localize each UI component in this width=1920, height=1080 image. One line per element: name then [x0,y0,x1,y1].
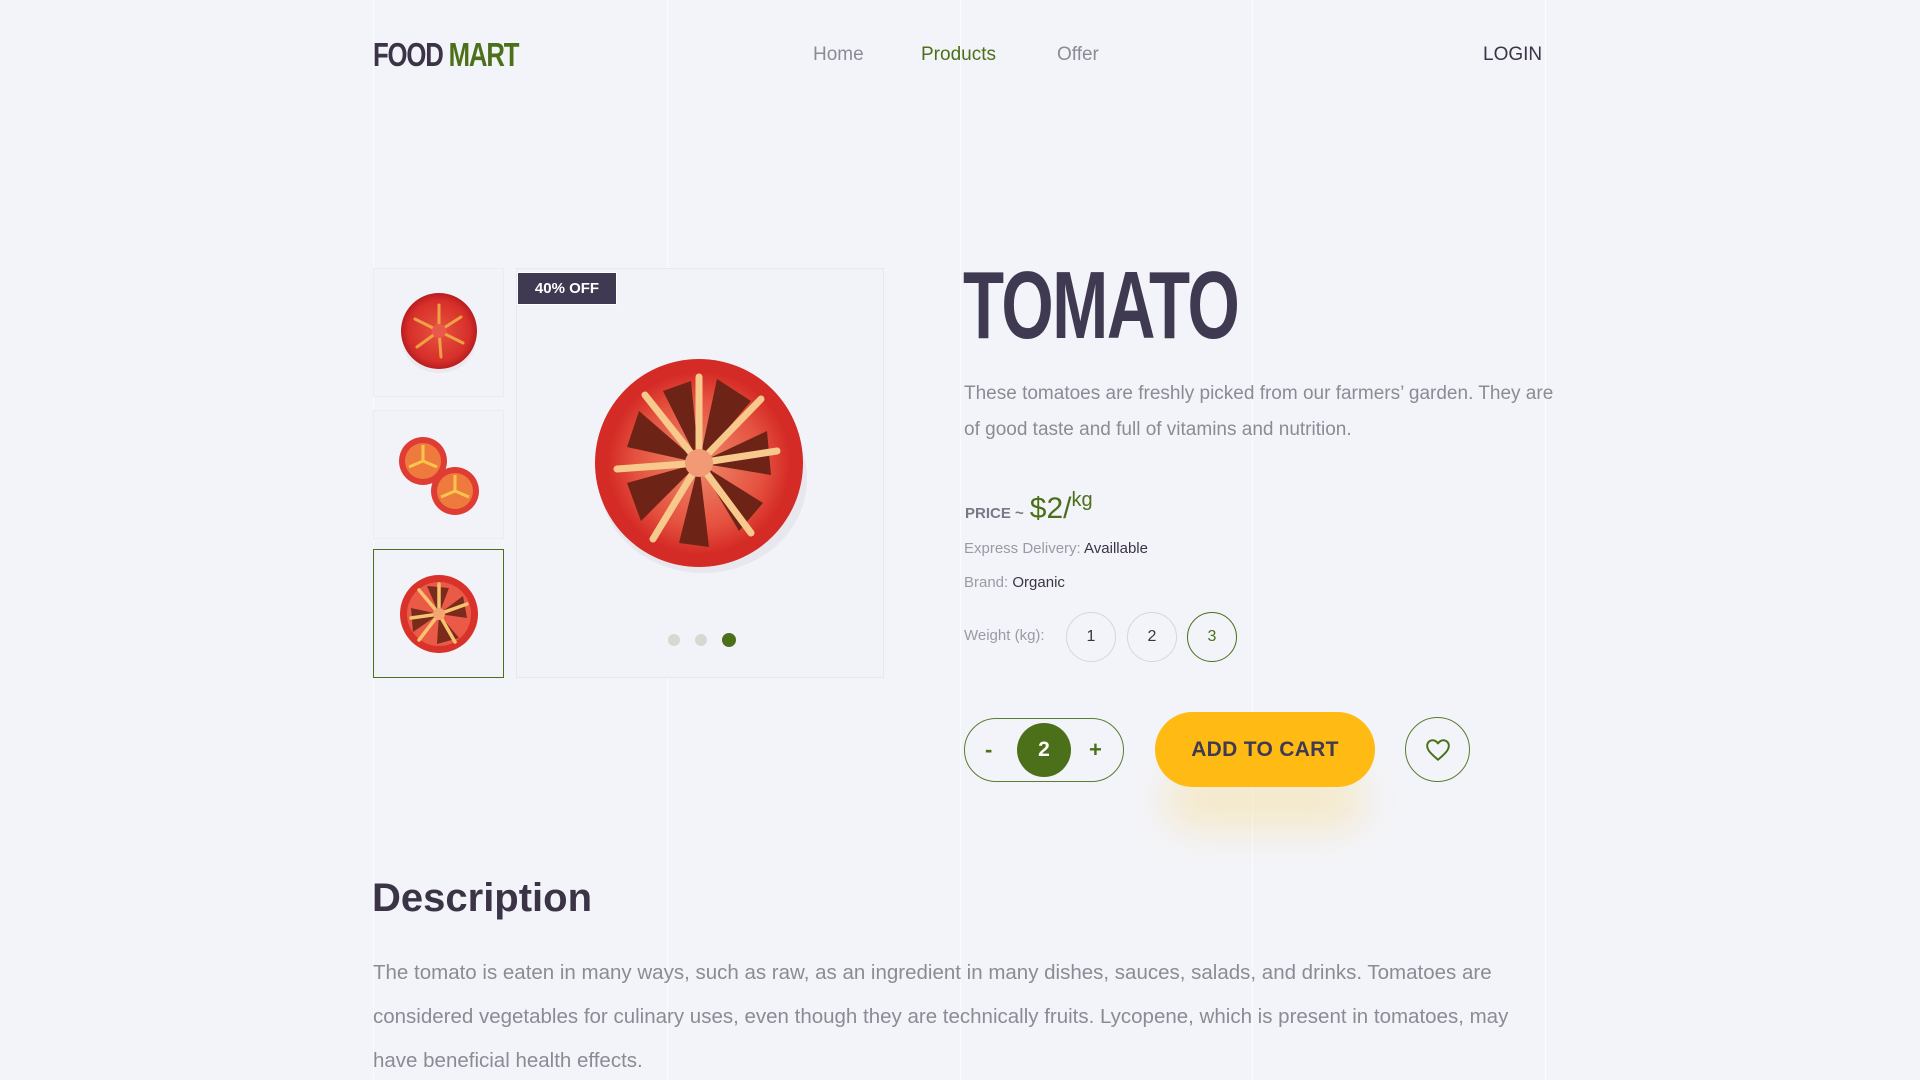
price: PRICE ~ $2/ kg [965,489,1093,526]
weight-label: Weight (kg): [964,627,1045,644]
thumbnail-2[interactable] [373,410,504,539]
tomato-half-image [400,292,477,373]
logo-text-mart: MART [448,36,520,73]
description-heading: Description [372,876,593,920]
carousel-dot-2[interactable] [695,634,707,646]
cherry-tomato-halves-image [398,436,479,515]
tomato-slice-image [399,574,478,653]
wishlist-button[interactable] [1405,717,1470,782]
carousel-dots [517,633,883,647]
thumbnail-3[interactable] [373,549,504,678]
site-header: FOOD MART Home Products Offer LOGIN [0,0,1920,110]
grid-line [1545,0,1546,1080]
brand-info: Brand: Organic [964,574,1065,591]
product-title: TOMATO [963,252,1240,359]
delivery-value: Availlable [1084,540,1148,557]
delivery-label: Express Delivery: [964,540,1081,557]
thumbnail-1[interactable] [373,268,504,397]
price-label: PRICE ~ [965,505,1024,522]
quantity-decrease-button[interactable]: - [985,737,992,763]
add-to-cart-button[interactable]: ADD TO CART [1155,712,1375,787]
quantity-stepper: - 2 + [964,718,1124,782]
grid-line [960,0,961,1080]
weight-option-2[interactable]: 2 [1127,612,1177,662]
price-value: $2/ [1029,492,1072,525]
discount-badge: 40% OFF [517,272,617,305]
carousel-dot-3[interactable] [722,633,736,647]
logo-text-food: FOOD [373,36,444,73]
nav-home[interactable]: Home [813,42,864,68]
delivery-info: Express Delivery: Availlable [964,540,1148,557]
tomato-slice-large-image [595,359,807,573]
main-product-image: 40% OFF [516,268,884,678]
login-link[interactable]: LOGIN [1483,42,1542,68]
nav-products[interactable]: Products [921,42,996,68]
grid-line [1252,0,1253,1080]
logo[interactable]: FOOD MART [373,36,520,74]
quantity-value[interactable]: 2 [1017,723,1071,777]
weight-option-1[interactable]: 1 [1066,612,1116,662]
heart-icon [1425,738,1450,761]
price-unit: kg [1071,489,1093,511]
nav-offer[interactable]: Offer [1057,42,1099,68]
description-text: The tomato is eaten in many ways, such a… [373,961,1509,1072]
brand-label: Brand: [964,574,1009,591]
brand-value: Organic [1012,574,1065,591]
carousel-dot-1[interactable] [668,634,680,646]
quantity-increase-button[interactable]: + [1089,737,1102,763]
weight-option-3[interactable]: 3 [1187,612,1237,662]
product-lead: These tomatoes are freshly picked from o… [964,383,1554,440]
